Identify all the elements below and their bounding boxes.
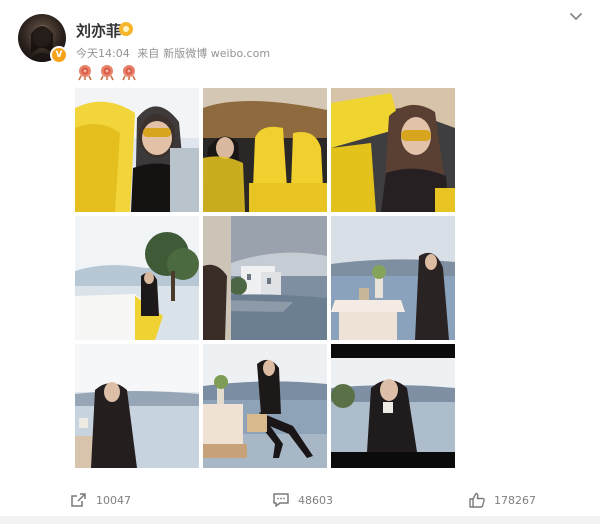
- post-source[interactable]: 新版微博 weibo.com: [163, 47, 270, 60]
- share-icon: [71, 493, 86, 507]
- thumbs-up-icon: [469, 492, 485, 508]
- photo-yellow-car-sunglasses[interactable]: [75, 88, 199, 212]
- photo-lake-house[interactable]: [203, 216, 327, 340]
- photo-yellow-car-portrait[interactable]: [331, 88, 455, 212]
- photo-drinking-closeup[interactable]: [331, 344, 455, 468]
- like-count: 178267: [494, 493, 536, 507]
- chevron-down-icon[interactable]: [568, 10, 584, 24]
- feed-divider: [0, 516, 600, 524]
- photo-lakeside-table[interactable]: [331, 216, 455, 340]
- photo-yellow-car-seats[interactable]: [203, 88, 327, 212]
- comment-icon: [273, 493, 289, 507]
- rose-emoji-icon: [100, 65, 114, 81]
- member-badge-icon: [119, 22, 133, 36]
- rose-emoji-icon: [122, 65, 136, 81]
- post-actions: 10047 48603 178267: [0, 488, 600, 512]
- comment-count: 48603: [298, 493, 333, 507]
- share-button[interactable]: 10047: [70, 492, 131, 508]
- verified-badge-icon: V: [50, 46, 68, 64]
- photo-drinking-lake[interactable]: [75, 344, 199, 468]
- photo-table-chair-lake[interactable]: [203, 344, 327, 468]
- avatar[interactable]: V: [18, 14, 68, 64]
- like-button[interactable]: 178267: [468, 492, 536, 508]
- photo-car-lakeside[interactable]: [75, 216, 199, 340]
- rose-emoji-icon: [78, 65, 92, 81]
- post-text-emojis: [76, 63, 138, 81]
- post-time[interactable]: 今天14:04: [76, 47, 130, 60]
- comment-button[interactable]: 48603: [272, 492, 333, 508]
- author-name[interactable]: 刘亦菲: [76, 20, 121, 41]
- source-prefix: 来自: [137, 47, 160, 60]
- share-count: 10047: [96, 493, 131, 507]
- weibo-post: { "post": { "author": "刘亦菲", "time": "今天…: [0, 0, 600, 524]
- photo-grid: [75, 88, 455, 468]
- post-meta: 今天14:04 来自 新版微博 weibo.com: [76, 45, 274, 61]
